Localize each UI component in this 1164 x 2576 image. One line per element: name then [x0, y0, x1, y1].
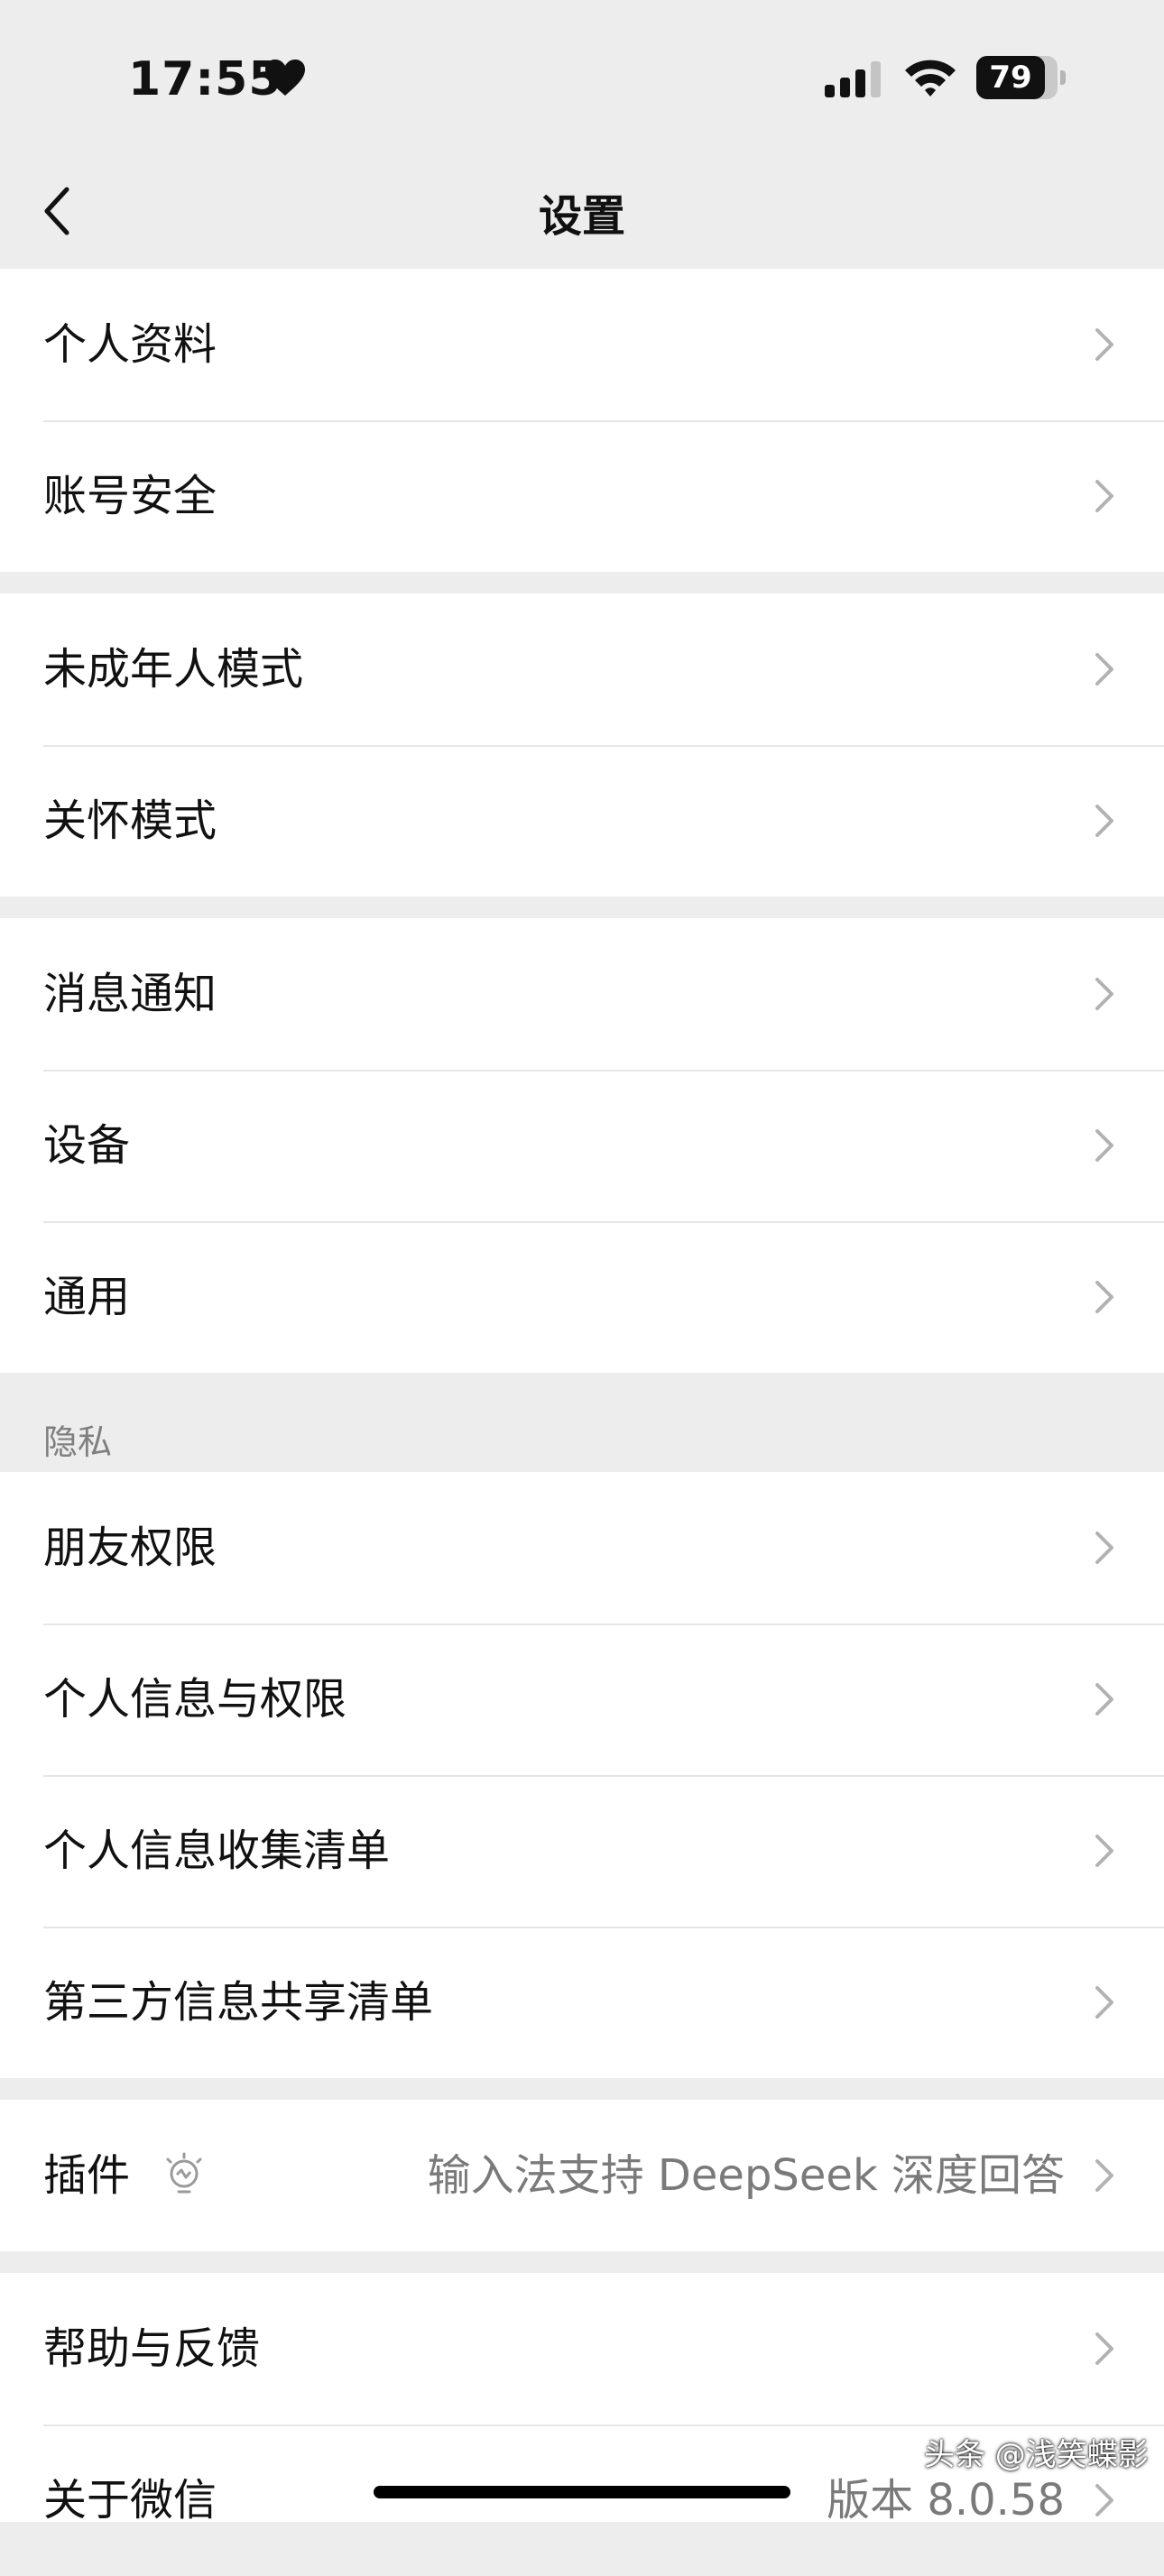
- settings-item-label: 关于微信: [43, 2475, 217, 2525]
- wifi-icon: [905, 60, 956, 97]
- chevron-right-icon: [1095, 1986, 1113, 2019]
- settings-item-label: 关怀模式: [43, 796, 217, 846]
- chevron-right-icon: [1095, 805, 1113, 837]
- settings-group-account: 个人资料 账号安全: [0, 269, 1164, 572]
- settings-item-minor-mode[interactable]: 未成年人模式: [0, 593, 1164, 745]
- settings-group-modes: 未成年人模式 关怀模式: [0, 593, 1164, 897]
- settings-item-notifications[interactable]: 消息通知: [0, 918, 1164, 1070]
- settings-item-label: 消息通知: [43, 969, 217, 1019]
- settings-item-plugins[interactable]: 插件 输入法支持 DeepSeek 深度回答: [0, 2100, 1164, 2251]
- nav-bar: 设置: [0, 153, 1164, 269]
- chevron-right-icon: [1095, 2484, 1113, 2516]
- chevron-right-icon: [1095, 1281, 1113, 1313]
- chevron-right-icon: [1095, 1683, 1113, 1716]
- settings-item-devices[interactable]: 设备: [0, 1070, 1164, 1221]
- settings-item-label: 未成年人模式: [43, 644, 304, 695]
- battery-level: 79: [976, 56, 1045, 99]
- settings-item-label: 账号安全: [43, 471, 217, 521]
- settings-item-label: 个人资料: [43, 319, 217, 370]
- section-header-privacy: 隐私: [43, 1422, 113, 1462]
- settings-item-help-feedback[interactable]: 帮助与反馈: [0, 2273, 1164, 2424]
- chevron-right-icon: [1095, 480, 1113, 512]
- settings-item-personal-info-permissions[interactable]: 个人信息与权限: [0, 1624, 1164, 1775]
- settings-item-value: 输入法支持 DeepSeek 深度回答: [427, 2150, 1065, 2201]
- battery-icon: 79: [976, 56, 1066, 99]
- settings-item-personal-info-collection[interactable]: 个人信息收集清单: [0, 1775, 1164, 1927]
- settings-item-label: 第三方信息共享清单: [43, 1977, 434, 2028]
- settings-item-account-security[interactable]: 账号安全: [0, 420, 1164, 572]
- page-title: 设置: [538, 191, 625, 242]
- chevron-right-icon: [1095, 1129, 1113, 1162]
- chevron-right-icon: [1095, 978, 1113, 1010]
- status-time: 17:55: [128, 52, 282, 106]
- status-bar: 17:55 79: [0, 0, 1164, 153]
- cellular-signal-icon: [825, 61, 881, 97]
- settings-item-friend-permissions[interactable]: 朋友权限: [0, 1472, 1164, 1624]
- settings-item-label: 个人信息收集清单: [43, 1826, 391, 1876]
- watermark: 头条 @浅笑蝶影: [924, 2437, 1149, 2473]
- settings-item-general[interactable]: 通用: [0, 1221, 1164, 1373]
- chevron-right-icon: [1095, 328, 1113, 361]
- settings-item-label: 帮助与反馈: [43, 2323, 261, 2374]
- settings-group-privacy: 朋友权限 个人信息与权限 个人信息收集清单 第三方信息共享清单: [0, 1472, 1164, 2078]
- settings-group-general: 消息通知 设备 通用: [0, 918, 1164, 1373]
- chevron-right-icon: [1095, 653, 1113, 685]
- heart-icon: [265, 60, 305, 96]
- settings-item-care-mode[interactable]: 关怀模式: [0, 745, 1164, 897]
- settings-item-label: 朋友权限: [43, 1523, 217, 1573]
- settings-item-label: 设备: [43, 1120, 131, 1171]
- chevron-right-icon: [1095, 1835, 1113, 1867]
- settings-item-third-party-sharing[interactable]: 第三方信息共享清单: [0, 1927, 1164, 2078]
- settings-group-help: 帮助与反馈 关于微信 版本 8.0.58: [0, 2273, 1164, 2525]
- settings-item-label: 插件: [43, 2150, 131, 2201]
- lightbulb-icon: [166, 2152, 202, 2194]
- chevron-right-icon: [1095, 2332, 1113, 2365]
- chevron-right-icon: [1095, 1532, 1113, 1564]
- chevron-right-icon: [1095, 2159, 1113, 2192]
- settings-item-label: 通用: [43, 1272, 131, 1322]
- settings-item-label: 个人信息与权限: [43, 1674, 347, 1725]
- settings-group-plugins: 插件 输入法支持 DeepSeek 深度回答: [0, 2100, 1164, 2251]
- settings-item-profile[interactable]: 个人资料: [0, 269, 1164, 420]
- home-indicator[interactable]: [374, 2486, 790, 2498]
